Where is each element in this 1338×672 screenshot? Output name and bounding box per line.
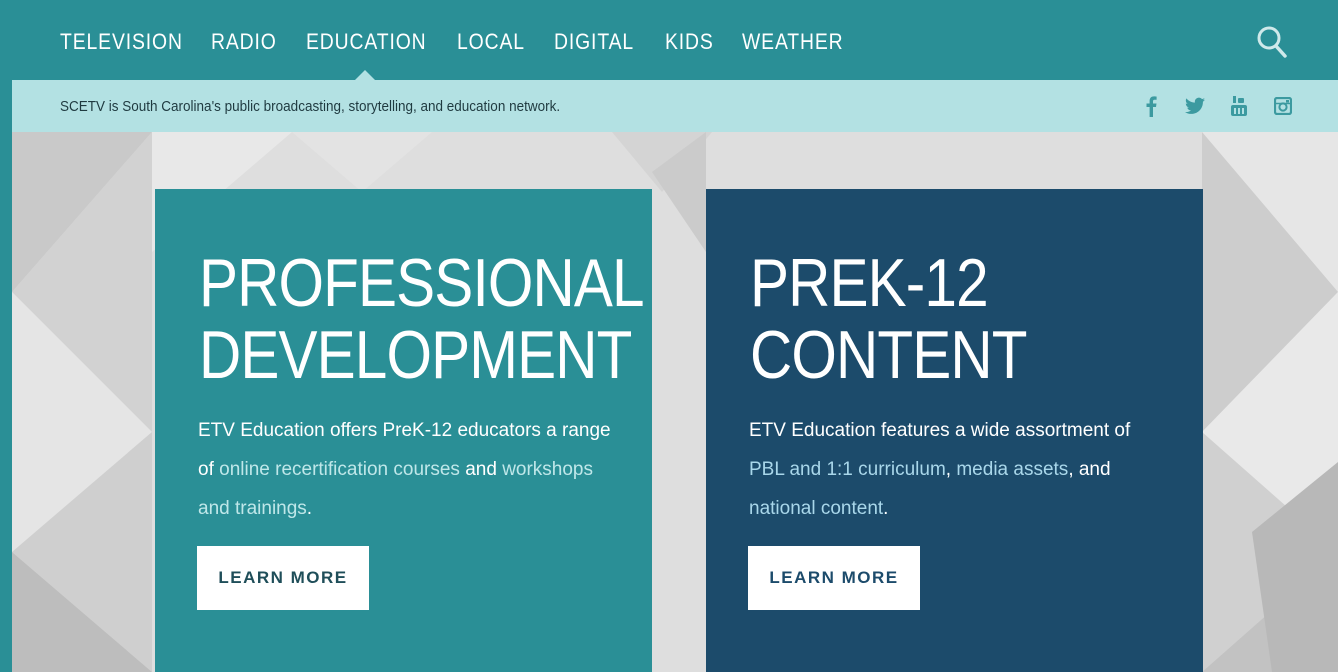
card-title-line1: PROFESSIONAL <box>199 245 645 321</box>
card-title: PROFESSIONAL DEVELOPMENT <box>199 245 645 393</box>
nav-item-education[interactable]: EDUCATION <box>306 29 426 55</box>
card-title-line2: CONTENT <box>750 317 1027 393</box>
media-assets-link[interactable]: media assets <box>956 459 1068 480</box>
main-nav: TELEVISION RADIO EDUCATION LOCAL DIGITAL… <box>12 3 1338 80</box>
card-title: PREK-12 CONTENT <box>750 247 1027 391</box>
facebook-icon <box>1146 96 1157 117</box>
nav-item-kids[interactable]: KIDS <box>665 29 713 55</box>
search-icon <box>1257 26 1287 58</box>
learn-more-button[interactable]: LEARN MORE <box>748 546 920 610</box>
search-button[interactable] <box>1256 25 1288 59</box>
tagline-text: SCETV is South Carolina's public broadca… <box>60 98 561 115</box>
national-content-link[interactable]: national content <box>749 498 883 519</box>
card-description: ETV Education features a wide assortment… <box>749 411 1169 528</box>
social-links <box>1118 94 1294 118</box>
prek-12-content-card: PREK-12 CONTENT ETV Education features a… <box>706 189 1203 672</box>
card-title-line2: DEVELOPMENT <box>199 317 632 393</box>
nav-item-weather[interactable]: WEATHER <box>742 29 843 55</box>
card-title-line1: PREK-12 <box>750 245 989 321</box>
card-description: ETV Education offers PreK-12 educators a… <box>198 411 618 528</box>
nav-items: TELEVISION RADIO EDUCATION LOCAL DIGITAL… <box>60 29 869 55</box>
youtube-icon <box>1231 96 1247 116</box>
active-nav-indicator <box>355 70 375 80</box>
card-text: . <box>883 498 889 519</box>
nav-item-digital[interactable]: DIGITAL <box>554 29 633 55</box>
instagram-icon <box>1274 97 1292 115</box>
nav-item-local[interactable]: LOCAL <box>457 29 524 55</box>
learn-more-button[interactable]: LEARN MORE <box>197 546 369 610</box>
card-text: . <box>306 498 313 519</box>
tagline-bar: SCETV is South Carolina's public broadca… <box>12 80 1338 132</box>
professional-development-card: PROFESSIONAL DEVELOPMENT ETV Education o… <box>155 189 652 672</box>
youtube-link[interactable] <box>1228 94 1250 118</box>
instagram-link[interactable] <box>1272 94 1294 118</box>
twitter-icon <box>1185 97 1205 114</box>
page-frame: TELEVISION RADIO EDUCATION LOCAL DIGITAL… <box>12 3 1338 672</box>
card-text: , <box>945 459 957 480</box>
card-text: ETV Education features a wide assortment… <box>749 420 1131 441</box>
pbl-curriculum-link[interactable]: PBL and 1:1 curriculum <box>749 459 946 480</box>
card-text: and <box>459 459 503 480</box>
twitter-link[interactable] <box>1184 94 1206 118</box>
facebook-link[interactable] <box>1140 94 1162 118</box>
card-text: , and <box>1068 459 1111 480</box>
nav-item-radio[interactable]: RADIO <box>211 29 276 55</box>
nav-item-television[interactable]: TELEVISION <box>60 29 182 55</box>
recertification-courses-link[interactable]: online recertification courses <box>219 459 460 480</box>
